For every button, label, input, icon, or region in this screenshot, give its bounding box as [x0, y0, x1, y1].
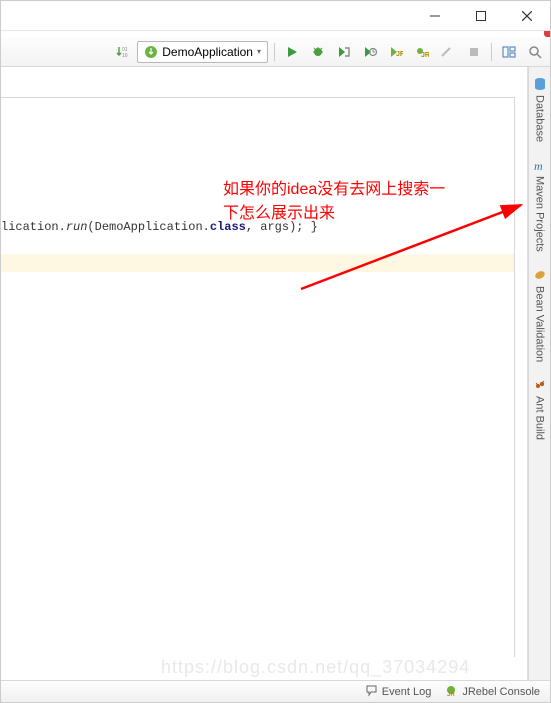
toolbar-divider	[491, 43, 492, 61]
right-tool-rail: Database m Maven Projects Bean Validatio…	[528, 67, 550, 682]
highlighted-line	[1, 254, 514, 272]
jrebel-debug-button[interactable]: JR	[411, 41, 433, 63]
run-button[interactable]	[281, 41, 303, 63]
ant-icon	[533, 378, 547, 392]
svg-text:JR: JR	[421, 52, 429, 59]
attach-button[interactable]	[437, 41, 459, 63]
profile-button[interactable]	[359, 41, 381, 63]
rail-database[interactable]: Database	[533, 73, 547, 146]
run-configuration-name: DemoApplication	[162, 45, 253, 59]
jrebel-run-button[interactable]: JR	[385, 41, 407, 63]
maximize-button[interactable]	[458, 1, 504, 31]
stop-button[interactable]	[463, 41, 485, 63]
annotation-text: 如果你的idea没有去网上搜索一 下怎么展示出来	[223, 175, 499, 223]
speech-bubble-icon	[365, 684, 378, 700]
chevron-down-icon: ▾	[257, 47, 261, 56]
rail-label: Database	[534, 95, 546, 142]
main-toolbar: 0110 DemoApplication ▾ JR JR	[1, 37, 550, 67]
annotation-line2: 下怎么展示出来	[223, 199, 499, 223]
close-button[interactable]	[504, 1, 550, 31]
project-structure-button[interactable]	[498, 41, 520, 63]
spring-boot-icon	[144, 45, 158, 59]
event-log-label: Event Log	[382, 686, 432, 698]
rail-maven-projects[interactable]: m Maven Projects	[533, 154, 547, 256]
status-bar: Event Log JR JRebel Console	[1, 680, 550, 702]
debug-button[interactable]	[307, 41, 329, 63]
code-content: lication.run(DemoApplication.class, args…	[1, 218, 514, 272]
search-everywhere-button[interactable]	[524, 41, 546, 63]
status-jrebel-console[interactable]: JR JRebel Console	[445, 684, 540, 700]
window-titlebar	[1, 1, 550, 31]
rail-ant-build[interactable]: Ant Build	[533, 374, 547, 444]
status-event-log[interactable]: Event Log	[365, 684, 432, 700]
main-body: lication.run(DemoApplication.class, args…	[1, 67, 550, 682]
rail-bean-validation[interactable]: Bean Validation	[533, 264, 547, 366]
maven-icon: m	[533, 158, 547, 172]
annotation-line1: 如果你的idea没有去网上搜索一	[223, 181, 445, 198]
rail-label: Ant Build	[534, 396, 546, 440]
svg-text:10: 10	[122, 53, 128, 59]
svg-text:JR: JR	[447, 692, 455, 697]
minimize-button[interactable]	[412, 1, 458, 31]
toolbar-divider	[274, 43, 275, 61]
editor-area[interactable]: lication.run(DemoApplication.class, args…	[1, 67, 528, 682]
jrebel-console-label: JRebel Console	[462, 686, 540, 698]
run-coverage-button[interactable]	[333, 41, 355, 63]
rail-label: Bean Validation	[534, 286, 546, 362]
update-sort-icon[interactable]: 0110	[111, 41, 133, 63]
svg-text:JR: JR	[396, 51, 403, 58]
bean-icon	[533, 268, 547, 282]
top-strip	[1, 31, 550, 37]
run-configuration-selector[interactable]: DemoApplication ▾	[137, 41, 268, 63]
rail-label: Maven Projects	[534, 176, 546, 252]
database-icon	[533, 77, 547, 91]
svg-text:m: m	[534, 159, 543, 172]
jrebel-icon: JR	[445, 684, 458, 700]
